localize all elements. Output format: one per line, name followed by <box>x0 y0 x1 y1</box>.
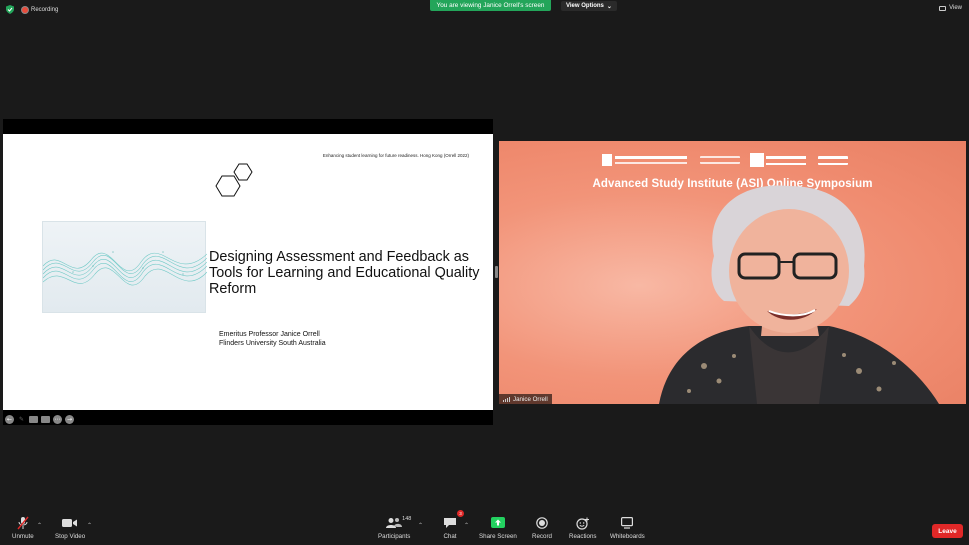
slide-controls: ← ✎ ⋯ → <box>5 415 74 424</box>
slides-grid-icon[interactable] <box>29 416 38 423</box>
stop-video-label: Stop Video <box>55 533 86 540</box>
wave-illustration <box>42 221 208 313</box>
video-camera-icon <box>62 519 78 527</box>
whiteboards-button[interactable]: Whiteboards <box>610 515 645 540</box>
camera-off-icon[interactable] <box>41 416 50 423</box>
microphone-muted-icon <box>17 516 29 530</box>
share-screen-button[interactable]: Share Screen <box>479 515 517 540</box>
record-icon <box>536 517 548 529</box>
slide-header-text: Enhancing student learning for future re… <box>322 153 469 158</box>
meeting-toolbar: Unmute ⌃ Stop Video ⌃ 148 Participants ⌃… <box>0 510 969 545</box>
shield-icon[interactable] <box>6 5 14 14</box>
participants-button[interactable]: 148 Participants <box>378 515 412 540</box>
leave-button[interactable]: Leave <box>932 524 963 538</box>
participant-name-tag: Janice Orrell <box>499 394 552 404</box>
grid-view-icon <box>939 5 947 11</box>
participants-options-chevron-icon[interactable]: ⌃ <box>418 522 423 529</box>
record-button[interactable]: Record <box>532 515 552 540</box>
whiteboards-label: Whiteboards <box>610 533 645 540</box>
view-options-label: View Options <box>566 3 604 9</box>
view-label: View <box>949 5 962 11</box>
slide-title: Designing Assessment and Feedback as Too… <box>209 249 484 297</box>
reactions-label: Reactions <box>569 533 597 540</box>
chevron-down-icon: ⌄ <box>606 3 612 10</box>
hexagon-decoration <box>215 163 253 197</box>
pen-icon[interactable]: ✎ <box>17 415 26 424</box>
chat-bubble-icon <box>444 518 456 528</box>
presentation-slide: Enhancing student learning for future re… <box>3 134 493 424</box>
shared-screen-area: Enhancing student learning for future re… <box>3 119 493 425</box>
chat-unread-badge: 3 <box>457 510 464 517</box>
chat-button[interactable]: 3 Chat <box>443 510 464 540</box>
author-name: Emeritus Professor Janice Orrell <box>219 331 320 338</box>
whiteboard-icon <box>621 517 634 529</box>
participants-count: 148 <box>402 516 412 522</box>
slide-title-line: Reform <box>209 281 257 297</box>
share-screen-icon <box>490 517 505 528</box>
author-affiliation: Flinders University South Australia <box>219 339 326 347</box>
participants-icon <box>386 518 403 528</box>
reactions-button[interactable]: Reactions <box>569 515 597 540</box>
video-options-chevron-icon[interactable]: ⌃ <box>87 522 92 529</box>
record-label: Record <box>532 533 552 540</box>
share-screen-label: Share Screen <box>479 533 517 540</box>
previous-slide-icon[interactable]: ← <box>5 415 14 424</box>
panel-resize-handle[interactable] <box>495 266 498 278</box>
participants-label: Participants <box>378 533 411 540</box>
recording-label: Recording <box>31 6 59 13</box>
unmute-button[interactable]: Unmute <box>12 515 34 540</box>
top-status-area: Recording <box>6 5 58 14</box>
view-options-button[interactable]: View Options ⌄ <box>561 1 617 11</box>
chat-options-chevron-icon[interactable]: ⌃ <box>464 522 469 529</box>
participant-video-tile[interactable]: Advanced Study Institute (ASI) Online Sy… <box>499 141 966 404</box>
signal-strength-icon <box>503 396 510 402</box>
smiley-plus-icon <box>576 517 589 530</box>
record-dot-icon <box>22 6 28 13</box>
chat-label: Chat <box>443 533 457 540</box>
audio-options-chevron-icon[interactable]: ⌃ <box>37 522 42 529</box>
next-slide-icon[interactable]: → <box>65 415 74 424</box>
participant-name: Janice Orrell <box>513 395 548 403</box>
viewing-screen-banner: You are viewing Janice Orrell's screen <box>430 0 551 11</box>
slide-author: Emeritus Professor Janice Orrell Flinder… <box>219 331 326 348</box>
participant-video-frame <box>659 185 939 404</box>
view-button[interactable]: View <box>939 5 962 11</box>
zoom-meeting-window: Recording You are viewing Janice Orrell'… <box>0 0 969 545</box>
slide-title-line: Tools for Learning and Educational Quali… <box>209 265 480 281</box>
unmute-label: Unmute <box>12 533 34 540</box>
stop-video-button[interactable]: Stop Video <box>55 515 85 540</box>
slide-title-line: Designing Assessment and Feedback as <box>209 249 469 265</box>
recording-indicator[interactable]: Recording <box>22 6 59 13</box>
more-options-icon[interactable]: ⋯ <box>53 415 62 424</box>
